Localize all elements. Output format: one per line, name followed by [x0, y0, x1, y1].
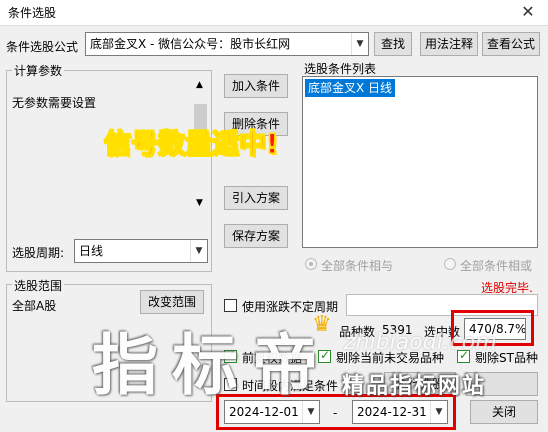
params-group-label: 计算参数 [12, 62, 65, 79]
close-button[interactable]: 关闭 [470, 400, 538, 424]
watermark-site: 精品指标网站 [342, 374, 487, 399]
watermark-logo: 指标帝 [92, 327, 332, 404]
irregular-period-checkbox[interactable] [224, 299, 237, 312]
conditions-group-label: 选股条件列表 [304, 62, 377, 76]
chevron-up-icon[interactable]: ▲ [196, 80, 203, 90]
view-formula-button[interactable]: 查看公式 [482, 32, 540, 56]
watermark-url: zhibiaodi.com [344, 330, 497, 355]
period-value: 日线 [79, 244, 104, 258]
period-select[interactable]: 日线 ▼ [74, 239, 208, 263]
window-titlebar: 条件选股 ✕ [0, 0, 548, 26]
conditions-list[interactable]: 底部金叉X 日线 [302, 76, 538, 248]
range-group-label: 选股范围 [12, 277, 65, 294]
usage-notes-button[interactable]: 用法注释 [420, 32, 478, 56]
import-plan-button[interactable]: 引入方案 [224, 186, 288, 210]
chevron-down-icon[interactable]: ▼ [196, 198, 203, 208]
save-plan-button[interactable]: 保存方案 [224, 224, 288, 248]
chevron-down-icon[interactable]: ▼ [351, 33, 368, 55]
chevron-down-icon[interactable]: ▼ [190, 240, 207, 262]
formula-label: 条件选股公式 [6, 40, 79, 54]
logic-or-label: 全部条件相或 [460, 259, 533, 273]
params-text: 无参数需要设置 [12, 96, 97, 110]
add-condition-button[interactable]: 加入条件 [224, 74, 288, 98]
window-title: 条件选股 [8, 6, 57, 20]
find-button[interactable]: 查找 [374, 32, 412, 56]
range-value: 全部A股 [12, 299, 57, 313]
formula-value: 底部金叉X - 微信公众号：股市长红网 [90, 37, 291, 51]
logic-and-label: 全部条件相与 [321, 259, 394, 273]
formula-select[interactable]: 底部金叉X - 微信公众号：股市长红网 ▼ [85, 32, 369, 56]
change-range-button[interactable]: 改变范围 [140, 290, 204, 314]
period-label: 选股周期: [12, 246, 65, 260]
signal-banner: 信号数量适中! [103, 129, 279, 161]
logic-or-radio[interactable] [444, 258, 456, 270]
close-icon[interactable]: ✕ [518, 2, 538, 22]
logic-and-radio[interactable] [305, 258, 317, 270]
list-item[interactable]: 底部金叉X 日线 [305, 79, 396, 97]
